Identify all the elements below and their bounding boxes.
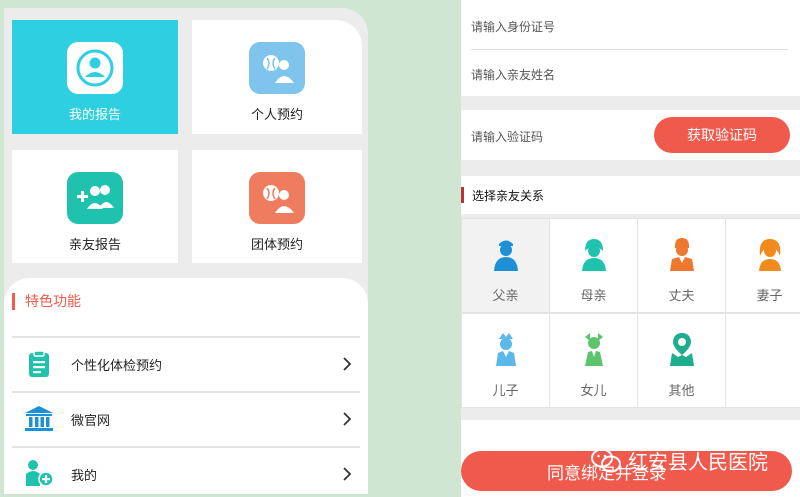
relation-title: 选择亲友关系 <box>472 188 545 203</box>
id-number-placeholder: 请输入身份证号 <box>471 20 556 34</box>
relation-option-wife[interactable]: 妻子 <box>726 219 800 312</box>
tile-group-appointment[interactable]: 团体预约 <box>192 150 362 263</box>
section-marker <box>461 187 464 203</box>
user-plus-icon <box>22 457 56 491</box>
tile-personal-appointment[interactable]: 个人预约 <box>192 20 362 134</box>
relation-label: 丈夫 <box>668 289 695 304</box>
person-appointment-icon <box>249 42 305 94</box>
relation-label: 女儿 <box>580 384 607 399</box>
section-marker <box>12 292 15 310</box>
relation-label: 儿子 <box>492 384 519 399</box>
tile-family-report-label: 亲友报告 <box>68 238 121 253</box>
family-name-placeholder: 请输入亲友姓名 <box>471 68 556 82</box>
tile-my-report[interactable]: 我的报告 <box>12 20 178 134</box>
husband-icon <box>662 233 702 275</box>
chevron-right-icon <box>334 406 360 432</box>
mother-icon <box>574 233 614 275</box>
tile-group-appointment-label: 团体预约 <box>250 238 303 253</box>
features-header: 特色功能 <box>12 292 81 310</box>
chevron-right-icon <box>334 461 360 487</box>
feature-item-appointment[interactable]: 个性化体检预约 <box>12 336 360 390</box>
verification-code-placeholder: 请输入验证码 <box>471 130 544 144</box>
son-icon <box>486 328 526 370</box>
father-icon <box>486 233 526 275</box>
watermark: 红安县人民医院 <box>590 446 768 475</box>
relation-grid: 父亲 母亲 丈夫 妻子 儿子 女儿 其他 <box>461 218 800 408</box>
tile-my-report-label: 我的报告 <box>68 108 121 123</box>
relation-option-father[interactable]: 父亲 <box>462 219 549 312</box>
clipboard-icon <box>22 347 56 381</box>
feature-item-label: 我的 <box>71 468 98 484</box>
family-name-field[interactable]: 请输入亲友姓名 <box>461 50 800 96</box>
chevron-right-icon <box>334 351 360 377</box>
relation-label: 其他 <box>668 384 695 399</box>
watermark-text: 红安县人民医院 <box>628 450 768 474</box>
relation-label: 妻子 <box>756 289 783 304</box>
feature-item-label: 微官网 <box>71 413 111 429</box>
bind-family-panel: 请输入身份证号 请输入亲友姓名 请输入验证码 获取验证码 选择亲友关系 父亲 母… <box>461 0 800 497</box>
relation-empty-cell <box>726 314 800 407</box>
verification-code-field[interactable]: 请输入验证码 获取验证码 <box>461 110 800 160</box>
relation-option-other[interactable]: 其他 <box>638 314 725 407</box>
features-title: 特色功能 <box>25 294 81 310</box>
bank-building-icon <box>22 402 56 436</box>
wechat-icon <box>591 448 621 472</box>
get-code-button[interactable]: 获取验证码 <box>654 117 790 153</box>
id-number-field[interactable]: 请输入身份证号 <box>461 0 800 50</box>
features-section: 特色功能 个性化体检预约 微官网 我的 <box>4 278 368 494</box>
other-icon <box>662 328 702 370</box>
relation-option-husband[interactable]: 丈夫 <box>638 219 725 312</box>
relation-label: 母亲 <box>580 289 607 304</box>
relation-option-daughter[interactable]: 女儿 <box>550 314 637 407</box>
tile-family-report[interactable]: 亲友报告 <box>12 150 178 263</box>
home-panel: 我的报告 个人预约 亲友报告 团体预约 特色功能 个性化体检预约 微官网 我的 <box>4 8 368 494</box>
group-appointment-icon <box>249 172 305 224</box>
relation-label: 父亲 <box>492 289 519 304</box>
feature-item-mine[interactable]: 我的 <box>12 446 360 494</box>
feature-item-micro-site[interactable]: 微官网 <box>12 391 360 445</box>
add-family-icon <box>67 172 123 224</box>
tile-personal-appointment-label: 个人预约 <box>250 108 303 123</box>
daughter-icon <box>574 328 614 370</box>
relation-option-son[interactable]: 儿子 <box>462 314 549 407</box>
feature-item-label: 个性化体检预约 <box>71 358 163 374</box>
relation-option-mother[interactable]: 母亲 <box>550 219 637 312</box>
relation-header: 选择亲友关系 <box>461 176 800 214</box>
wife-icon <box>750 233 790 275</box>
user-avatar-icon <box>67 42 123 94</box>
